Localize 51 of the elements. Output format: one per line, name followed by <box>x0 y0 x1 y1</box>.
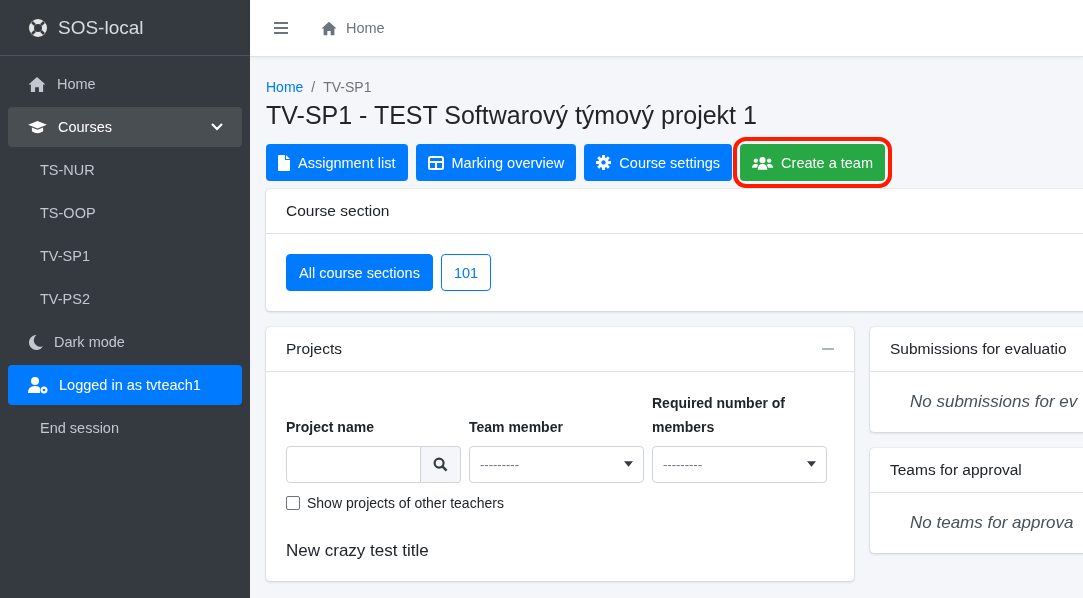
file-icon <box>278 154 290 171</box>
breadcrumb-link[interactable]: Home <box>266 79 304 95</box>
sidebar-item[interactable]: Courses <box>8 107 242 147</box>
sidebar-item[interactable]: Home <box>8 64 242 104</box>
sidebar-subitem[interactable]: TV-SP1 <box>8 236 242 276</box>
select-field[interactable]: --------- <box>652 445 827 483</box>
filter-label: Project name <box>286 417 375 437</box>
checkbox[interactable] <box>286 495 300 510</box>
breadcrumb-current: TV-SP1 <box>323 79 372 95</box>
action-button[interactable]: Course settings <box>584 144 733 181</box>
users-icon <box>752 155 774 170</box>
brand-name[interactable]: SOS-local <box>58 16 144 39</box>
filter-label: Required number of members <box>652 394 786 437</box>
project-name-field[interactable] <box>286 445 421 483</box>
project-title: New crazy test title <box>286 540 430 561</box>
card-title: Submissions for evaluatio <box>890 340 1067 358</box>
home-icon <box>320 20 338 36</box>
sidebar-item[interactable]: Logged in as tvteach1 <box>8 365 242 405</box>
action-button[interactable]: Assignment list <box>266 144 408 181</box>
card-title: Projects <box>286 340 342 358</box>
breadcrumb-separator: / <box>311 79 316 95</box>
user-gear-icon <box>27 376 49 394</box>
section-filter-button[interactable]: All course sections <box>286 254 433 291</box>
card-title: Course section <box>286 202 390 220</box>
sidebar-subitem[interactable]: TV-PS2 <box>8 279 242 319</box>
menu-icon[interactable] <box>274 22 288 34</box>
card-title: Teams for approval <box>890 461 1022 479</box>
lifebuoy-icon <box>28 17 48 38</box>
action-button[interactable]: Marking overview <box>415 144 577 181</box>
action-button[interactable]: Create a team <box>740 144 885 181</box>
filter-label: Team member <box>469 417 564 437</box>
sidebar-subitem[interactable]: TS-OOP <box>8 193 242 233</box>
section-filter-button[interactable]: 101 <box>440 254 492 291</box>
select-field[interactable]: --------- <box>469 445 644 483</box>
caret-icon <box>807 461 816 468</box>
empty-message: No submissions for ev <box>909 392 1078 411</box>
graduation-cap-icon <box>27 119 48 135</box>
checkbox-label: Show projects of other teachers <box>307 494 504 511</box>
empty-message: No teams for approva <box>909 513 1074 532</box>
sidebar-subitem[interactable]: TS-NUR <box>8 150 242 190</box>
home-icon <box>27 75 47 93</box>
sidebar-item[interactable]: Dark mode <box>8 322 242 362</box>
home-link[interactable]: Home <box>320 20 385 36</box>
page-title: TV-SP1 - TEST Softwarový týmový projekt 1 <box>266 101 758 130</box>
caret-icon <box>624 461 633 468</box>
settings-icon <box>596 155 612 170</box>
search-icon[interactable] <box>421 445 461 483</box>
chevron-icon <box>211 123 223 131</box>
table-icon <box>427 155 444 170</box>
sidebar-item[interactable]: End session <box>8 408 242 448</box>
moon-icon <box>27 333 44 351</box>
